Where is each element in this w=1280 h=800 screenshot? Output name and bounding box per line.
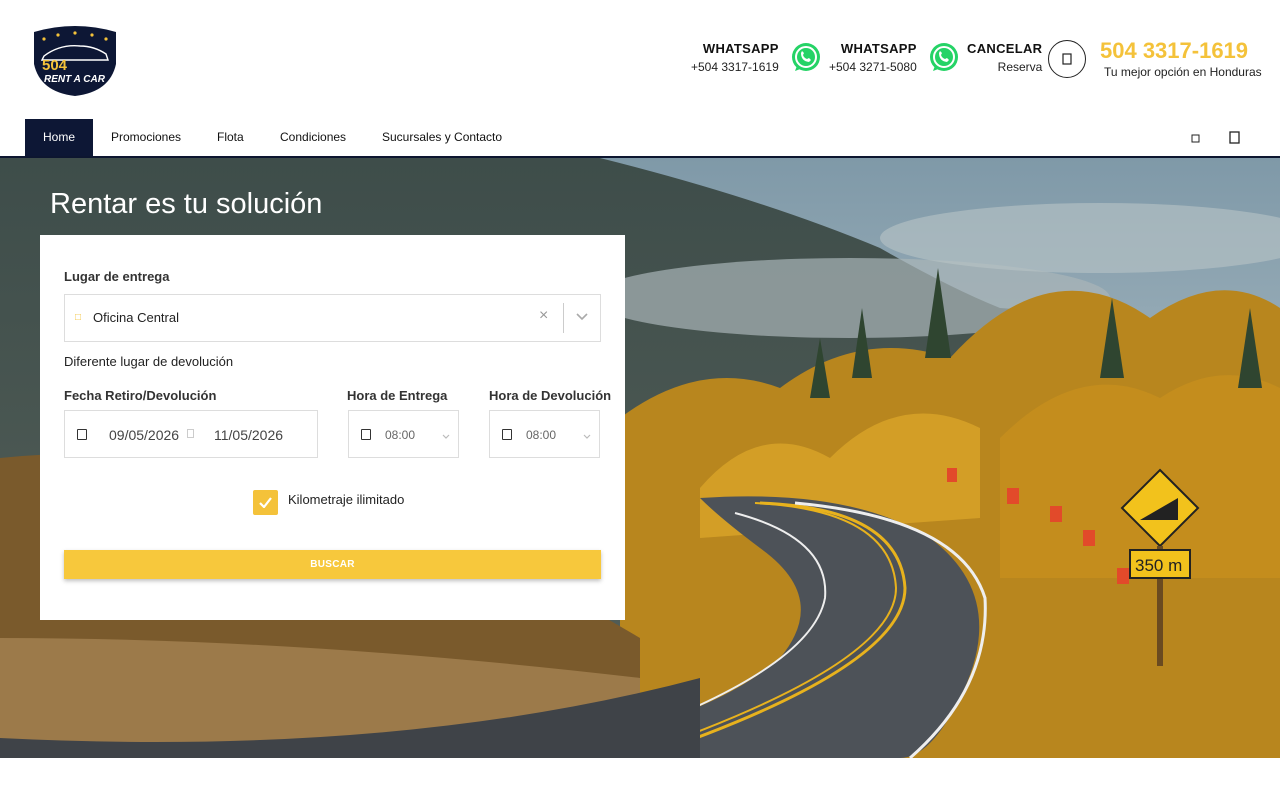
cart-icon[interactable] (1229, 131, 1241, 145)
hero-section: 350 m Rentar es tu solución Lugar de ent… (0, 158, 1280, 758)
chevron-down-icon (442, 434, 450, 439)
hero-title: Rentar es tu solución (50, 188, 323, 220)
unlimited-km-checkbox[interactable] (253, 490, 278, 515)
whatsapp-contact-2[interactable]: WHATSAPP +504 3271-5080 (829, 40, 961, 76)
cancel-title: CANCELAR (967, 41, 1043, 56)
contact-number: +504 3317-1619 (691, 60, 779, 74)
search-button[interactable]: BUSCAR (64, 550, 601, 579)
page: 504 RENT A CAR WHATSAPP +504 3317-1619 W… (0, 0, 1280, 800)
place-label: Lugar de entrega (64, 269, 170, 284)
square-icon (1062, 53, 1072, 65)
nav-promociones[interactable]: Promociones (93, 119, 199, 156)
date-range-input[interactable]: 09/05/2026 11/05/2026 (64, 410, 318, 458)
nav-condiciones[interactable]: Condiciones (262, 119, 364, 156)
whatsapp-icon[interactable] (789, 41, 823, 75)
clock-icon (361, 429, 371, 440)
main-nav: Home Promociones Flota Condiciones Sucur… (0, 119, 1280, 158)
svg-text:RENT A CAR: RENT A CAR (44, 74, 106, 85)
return-time-value: 08:00 (526, 428, 557, 442)
chevron-down-icon (583, 434, 591, 439)
return-time-select[interactable]: 08:00 (489, 410, 600, 458)
pickup-time-label: Hora de Entrega (347, 388, 448, 403)
nav-home[interactable]: Home (25, 119, 93, 156)
cancel-reservation-button[interactable] (1048, 40, 1086, 78)
booking-form: Lugar de entrega □ Oficina Central × Dif… (40, 235, 625, 620)
whatsapp-contact-1[interactable]: WHATSAPP +504 3317-1619 (691, 40, 823, 76)
location-pin-icon: □ (75, 312, 82, 323)
brand-logo[interactable]: 504 RENT A CAR (30, 24, 120, 98)
pickup-date: 09/05/2026 (109, 427, 180, 443)
calendar-icon (77, 429, 87, 440)
pickup-time-select[interactable]: 08:00 (348, 410, 459, 458)
cancel-reservation[interactable]: CANCELAR Reserva (967, 40, 1042, 76)
user-icon[interactable] (1190, 131, 1202, 145)
tagline: Tu mejor opción en Honduras (1104, 65, 1262, 79)
header: 504 RENT A CAR WHATSAPP +504 3317-1619 W… (0, 0, 1280, 118)
date-separator (187, 429, 194, 438)
place-select[interactable]: □ Oficina Central × (64, 294, 601, 342)
main-phone[interactable]: 504 3317-1619 (1100, 38, 1248, 64)
whatsapp-icon[interactable] (927, 41, 961, 75)
return-time-label: Hora de Devolución (489, 388, 612, 403)
unlimited-km-label[interactable]: Kilometraje ilimitado (288, 492, 404, 507)
place-value: Oficina Central (93, 310, 179, 325)
contact-title: WHATSAPP (840, 41, 917, 56)
cancel-sub: Reserva (997, 60, 1043, 74)
sign-distance: 350 m (1135, 556, 1182, 575)
pickup-time-value: 08:00 (385, 428, 416, 442)
clear-icon[interactable]: × (539, 307, 548, 325)
date-label: Fecha Retiro/Devolución (64, 388, 217, 403)
contact-number: +504 3271-5080 (829, 60, 917, 74)
checkmark-icon (259, 497, 272, 508)
contact-title: WHATSAPP (702, 41, 779, 56)
svg-text:504: 504 (42, 57, 68, 74)
different-return-link[interactable]: Diferente lugar de devolución (64, 354, 233, 369)
clock-icon (502, 429, 512, 440)
nav-sucursales-contacto[interactable]: Sucursales y Contacto (364, 119, 520, 156)
chevron-down-icon[interactable] (575, 309, 589, 323)
return-date: 11/05/2026 (214, 427, 284, 443)
select-separator (563, 303, 564, 333)
nav-flota[interactable]: Flota (199, 119, 262, 156)
